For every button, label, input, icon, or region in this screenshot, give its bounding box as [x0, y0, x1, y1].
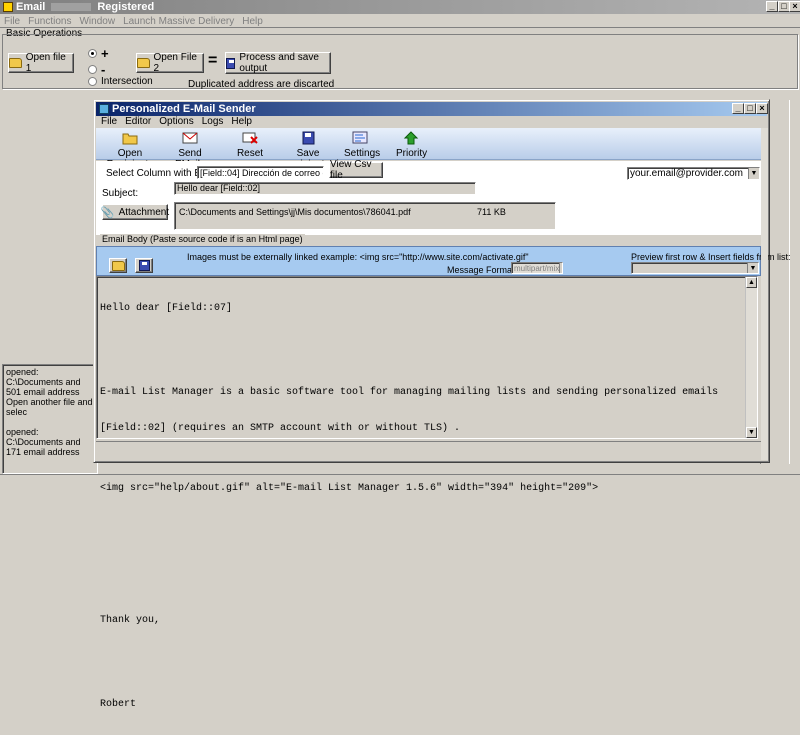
log-line: 501 email address	[6, 387, 80, 397]
sender-close-icon[interactable]: ×	[756, 103, 768, 114]
menu-functions[interactable]: Functions	[28, 16, 71, 27]
open-folder-icon	[122, 133, 138, 145]
chevron-down-icon[interactable]: ▼	[559, 263, 562, 273]
main-title-bar: Email Registered _ □ ×	[0, 0, 800, 14]
body-line: E-mail List Manager is a basic software …	[100, 387, 719, 398]
disk-icon	[138, 260, 150, 271]
radio-plus[interactable]: +	[88, 46, 109, 61]
settings-icon	[352, 131, 368, 144]
email-body-text: Hello dear [Field::07] E-mail List Manag…	[100, 279, 718, 735]
body-line: <img src="help/about.gif" alt="E-mail Li…	[100, 483, 599, 494]
body-line: Thank you,	[100, 615, 161, 626]
main-menu-bar: File Functions Window Launch Massive Del…	[0, 14, 800, 28]
scroll-up-icon[interactable]: ▲	[746, 277, 757, 288]
menu-file[interactable]: File	[4, 16, 20, 27]
log-line: opened: C:\Documents and	[6, 427, 81, 447]
radio-plus-indicator[interactable]	[88, 49, 97, 58]
subject-input[interactable]: Hello dear [Field::02]	[174, 182, 476, 195]
message-format-dropdown[interactable]: multipart/mix ▼	[511, 262, 563, 274]
minimize-icon[interactable]: _	[766, 1, 778, 12]
scroll-down-icon[interactable]: ▼	[746, 427, 757, 438]
sender-window: Personalized E-Mail Sender _ □ × File Ed…	[93, 99, 791, 710]
chevron-down-icon[interactable]: ▼	[748, 168, 759, 179]
sender-menu-bar: File Editor Options Logs Help	[97, 114, 767, 128]
attachment-path: C:\Documents and Settings\jj\Mis documen…	[179, 207, 411, 217]
preview-fields-dropdown[interactable]: ▼	[631, 262, 759, 274]
select-column-dropdown[interactable]: [Field::04] Dirección de correo elect ▼	[197, 166, 324, 179]
process-save-button[interactable]: Process and save output	[225, 52, 331, 74]
open-file2-button[interactable]: Open File 2	[136, 52, 204, 74]
log-panel: opened: C:\Documents and 501 email addre…	[2, 364, 98, 474]
folder-icon	[111, 260, 125, 271]
body-open-button[interactable]	[109, 258, 127, 273]
menu-launch-massive-delivery[interactable]: Launch Massive Delivery	[123, 16, 234, 27]
from-email-dropdown[interactable]: your.email@provider.com ▼	[627, 167, 760, 180]
body-toolbar: Images must be externally linked example…	[96, 246, 791, 276]
attachment-size: 711 KB	[477, 207, 506, 217]
menu-help[interactable]: Help	[242, 16, 263, 27]
sender-menu-editor[interactable]: Editor	[125, 116, 151, 127]
duplicated-note: Duplicated address are discarted	[188, 79, 335, 90]
redacted-name	[51, 3, 92, 11]
radio-minus[interactable]: -	[88, 62, 105, 77]
equals-sign: =	[208, 52, 218, 69]
priority-button[interactable]: Priority	[396, 131, 427, 159]
sender-menu-help[interactable]: Help	[231, 116, 252, 127]
open-file1-button[interactable]: Open file 1	[8, 52, 74, 74]
radio-minus-indicator[interactable]	[88, 65, 97, 74]
message-format-label: Message Format:	[447, 265, 518, 275]
disk-icon	[226, 57, 236, 69]
send-mail-icon	[182, 132, 198, 144]
paperclip-icon: 📎	[100, 206, 115, 219]
log-line: 171 email address	[6, 447, 80, 457]
body-line: Hello dear [Field::07]	[100, 303, 233, 314]
radio-intersection[interactable]: Intersection	[88, 76, 153, 87]
radio-intersection-indicator[interactable]	[88, 77, 97, 86]
body-group-label: Email Body (Paste source code if is an H…	[100, 234, 305, 244]
sender-vertical-scrollbar[interactable]	[761, 128, 768, 460]
images-note: Images must be externally linked example…	[187, 252, 529, 262]
close-icon[interactable]: ×	[789, 1, 800, 12]
email-body-editor[interactable]: Hello dear [Field::07] E-mail List Manag…	[96, 276, 758, 710]
log-line: Open another file and selec	[6, 397, 93, 417]
body-line: [Field::02] (requires an SMTP account wi…	[100, 423, 461, 434]
subject-label: Subject:	[102, 188, 139, 199]
body-vertical-scrollbar[interactable]: ▲ ▼	[745, 277, 757, 438]
sender-horizontal-scrollbar[interactable]	[96, 441, 761, 455]
attachment-button[interactable]: 📎 Attachment	[100, 204, 169, 220]
folder-icon	[137, 58, 150, 68]
save-disk-icon	[302, 131, 315, 145]
app-icon	[3, 2, 13, 12]
body-save-button[interactable]	[135, 258, 153, 273]
main-title: Email	[16, 1, 46, 13]
sender-menu-logs[interactable]: Logs	[202, 116, 224, 127]
sender-menu-options[interactable]: Options	[159, 116, 193, 127]
view-csv-button[interactable]: View Csv file	[329, 159, 383, 181]
log-line: opened: C:\Documents and	[6, 367, 81, 387]
priority-arrow-icon	[403, 131, 419, 145]
chevron-down-icon[interactable]: ▼	[747, 263, 758, 273]
reset-icon	[242, 132, 258, 144]
sender-maximize-icon[interactable]: □	[744, 103, 756, 114]
sender-menu-file[interactable]: File	[101, 116, 117, 127]
sender-minimize-icon[interactable]: _	[732, 103, 744, 114]
attachment-list[interactable]: C:\Documents and Settings\jj\Mis documen…	[174, 202, 556, 230]
settings-button[interactable]: Settings	[344, 131, 380, 159]
folder-icon	[9, 58, 22, 68]
reset-button[interactable]: Reset	[232, 131, 268, 159]
sender-toolbar: Open Recipients Send EMails Reset Save r…	[96, 128, 761, 170]
main-title-registered: Registered	[97, 1, 155, 13]
body-line: Robert	[100, 699, 137, 710]
menu-window[interactable]: Window	[79, 16, 115, 27]
mail-app-icon	[99, 104, 109, 114]
